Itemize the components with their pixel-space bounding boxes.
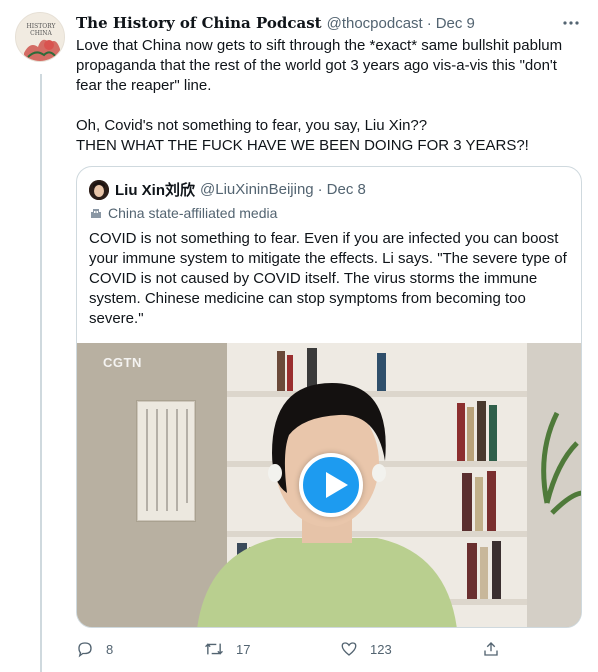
video-player[interactable]: CGTN (77, 343, 581, 627)
quote-author-handle[interactable]: @LiuXininBeijing (200, 181, 314, 198)
like-icon (341, 642, 357, 656)
quote-author-name[interactable]: Liu Xin刘欣 (115, 179, 195, 200)
state-media-label[interactable]: China state-affiliated media (89, 205, 277, 221)
author-handle[interactable]: @thocpodcast (327, 15, 423, 32)
tweet-header: The History of China Podcast @thocpodcas… (76, 13, 580, 33)
quote-avatar[interactable] (89, 179, 109, 200)
thread-line (40, 74, 42, 672)
quote-text: COVID is not something to fear. Even if … (89, 230, 567, 327)
quoted-tweet[interactable]: Liu Xin刘欣 @LiuXininBeijing · Dec 8 China… (76, 166, 582, 628)
tweet-paragraph: THEN WHAT THE FUCK HAVE WE BEEN DOING FO… (76, 137, 529, 154)
separator-dot: · (426, 14, 432, 32)
reply-count: 8 (106, 641, 114, 657)
reply-button[interactable]: 8 (76, 640, 113, 658)
quote-date[interactable]: Dec 8 (327, 181, 366, 198)
share-icon (484, 642, 498, 656)
tweet-actions: 8 17 123 (76, 640, 506, 662)
play-icon[interactable] (299, 453, 363, 517)
tweet-paragraph: Love that China now gets to sift through… (76, 37, 563, 94)
retweet-button[interactable]: 17 (204, 640, 250, 658)
separator-dot: · (317, 181, 323, 198)
tweet-date[interactable]: Dec 9 (436, 15, 475, 32)
tweet-text: Love that China now gets to sift through… (76, 36, 582, 156)
video-watermark: CGTN (103, 355, 142, 370)
author-avatar[interactable]: HISTORY CHINA (15, 12, 65, 62)
like-button[interactable]: 123 (340, 640, 392, 658)
tweet-paragraph: Oh, Covid's not something to fear, you s… (76, 117, 428, 134)
reply-icon (78, 642, 92, 658)
state-media-label-text: China state-affiliated media (108, 205, 278, 221)
svg-text:CHINA: CHINA (30, 30, 52, 37)
retweet-icon (205, 643, 223, 655)
share-button[interactable] (482, 640, 500, 658)
author-name[interactable]: The History of China Podcast (76, 14, 322, 32)
government-building-icon (91, 209, 101, 218)
quote-header: Liu Xin刘欣 @LiuXininBeijing · Dec 8 (89, 179, 366, 200)
like-count: 123 (370, 641, 392, 657)
retweet-count: 17 (236, 641, 251, 657)
svg-text:HISTORY: HISTORY (27, 23, 57, 30)
more-icon[interactable] (562, 15, 580, 31)
